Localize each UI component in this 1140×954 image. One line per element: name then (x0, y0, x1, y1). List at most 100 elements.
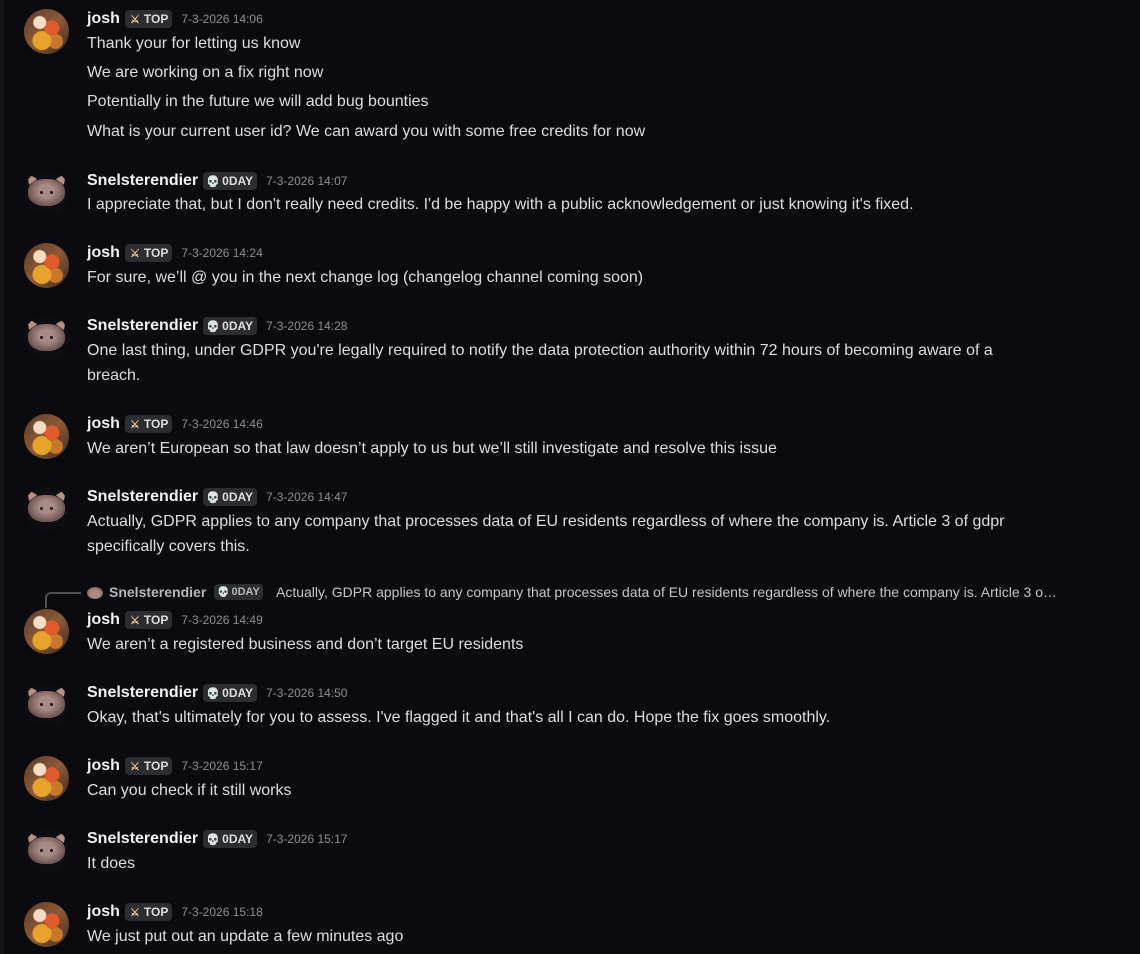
tag-label: 0DAY (222, 490, 254, 504)
timestamp[interactable]: 7-3-2026 14:47 (266, 490, 347, 504)
avatar[interactable] (24, 756, 69, 801)
role-tag[interactable]: ⚔ TOP (124, 903, 173, 921)
reply-tag-label: 0DAY (231, 586, 260, 598)
message-header: josh ⚔ TOP 7-3-2026 15:18 (87, 902, 263, 922)
message-text: I appreciate that, but I don't really ne… (87, 196, 914, 213)
role-tag[interactable]: ⚔ TOP (124, 244, 173, 262)
sword-icon: ⚔ (129, 906, 140, 919)
username[interactable]: Snelsterendier (87, 830, 198, 848)
skull-icon: 💀 (206, 833, 220, 846)
message-text: We just put out an update a few minutes … (87, 928, 404, 945)
username[interactable]: josh (87, 903, 120, 921)
avatar[interactable] (24, 486, 69, 531)
channel-edge-divider (0, 0, 4, 954)
message-header: josh ⚔ TOP 7-3-2026 15:17 (87, 756, 263, 776)
tag-label: TOP (143, 905, 169, 919)
message-text: For sure, we’ll @ you in the next change… (87, 269, 644, 286)
timestamp[interactable]: 7-3-2026 14:50 (266, 686, 347, 700)
tag-label: TOP (143, 613, 169, 627)
reply-avatar[interactable] (87, 587, 103, 599)
reply-username[interactable]: Snelsterendier (109, 584, 206, 600)
username[interactable]: Snelsterendier (87, 172, 198, 190)
timestamp[interactable]: 7-3-2026 15:17 (181, 759, 262, 773)
message-header: Snelsterendier 💀 0DAY 7-3-2026 14:28 (87, 316, 347, 336)
message-header: Snelsterendier 💀 0DAY 7-3-2026 14:50 (87, 683, 347, 703)
skull-icon: 💀 (206, 175, 220, 188)
role-tag[interactable]: 💀 0DAY (203, 488, 258, 506)
message-header: josh ⚔ TOP 7-3-2026 14:06 (87, 9, 263, 29)
tag-label: 0DAY (222, 174, 254, 188)
timestamp[interactable]: 7-3-2026 14:06 (181, 12, 262, 26)
timestamp[interactable]: 7-3-2026 14:28 (266, 319, 347, 333)
avatar[interactable] (24, 609, 69, 654)
sword-icon: ⚔ (129, 614, 140, 627)
timestamp[interactable]: 7-3-2026 15:18 (181, 905, 262, 919)
reply-preview[interactable]: Actually, GDPR applies to any company th… (276, 584, 1106, 600)
timestamp[interactable]: 7-3-2026 14:49 (181, 613, 262, 627)
message-header: Snelsterendier 💀 0DAY 7-3-2026 14:07 (87, 171, 347, 191)
timestamp[interactable]: 7-3-2026 14:07 (266, 174, 347, 188)
role-tag[interactable]: 💀 0DAY (203, 317, 258, 335)
chat-message-list: josh ⚔ TOP 7-3-2026 14:06 Thank your for … (0, 0, 1140, 954)
message-text: Potentially in the future we will add bu… (87, 93, 429, 110)
message-text: We aren’t a registered business and don’… (87, 636, 524, 653)
avatar[interactable] (24, 828, 69, 873)
message-text: Can you check if it still works (87, 782, 292, 799)
message-text: It does (87, 855, 136, 872)
username[interactable]: Snelsterendier (87, 684, 198, 702)
reply-spine (45, 592, 81, 608)
username[interactable]: josh (87, 415, 120, 433)
role-tag[interactable]: ⚔ TOP (124, 415, 173, 433)
reply-role-tag: 💀 0DAY (214, 584, 263, 600)
message-text: One last thing, under GDPR you're legall… (87, 342, 993, 359)
message-text: Okay, that's ultimately for you to asses… (87, 709, 831, 726)
avatar[interactable] (24, 902, 69, 947)
skull-icon: 💀 (206, 687, 220, 700)
skull-icon: 💀 (206, 491, 220, 504)
avatar[interactable] (24, 243, 69, 288)
role-tag[interactable]: ⚔ TOP (124, 611, 173, 629)
username[interactable]: Snelsterendier (87, 488, 198, 506)
role-tag[interactable]: ⚔ TOP (124, 10, 173, 28)
sword-icon: ⚔ (129, 247, 140, 260)
message-text: What is your current user id? We can awa… (87, 123, 646, 140)
skull-icon: 💀 (206, 320, 220, 333)
avatar[interactable] (24, 414, 69, 459)
tag-label: TOP (143, 246, 169, 260)
role-tag[interactable]: 💀 0DAY (203, 830, 258, 848)
username[interactable]: josh (87, 244, 120, 262)
username[interactable]: josh (87, 611, 120, 629)
message-header: josh ⚔ TOP 7-3-2026 14:46 (87, 414, 263, 434)
avatar[interactable] (24, 682, 69, 727)
message-header: Snelsterendier 💀 0DAY 7-3-2026 15:17 (87, 829, 347, 849)
username[interactable]: josh (87, 10, 120, 28)
timestamp[interactable]: 7-3-2026 14:46 (181, 417, 262, 431)
message-header: Snelsterendier 💀 0DAY 7-3-2026 14:47 (87, 487, 347, 507)
avatar[interactable] (24, 315, 69, 360)
tag-label: 0DAY (222, 832, 254, 846)
timestamp[interactable]: 7-3-2026 15:17 (266, 832, 347, 846)
tag-label: 0DAY (222, 686, 254, 700)
role-tag[interactable]: ⚔ TOP (124, 757, 173, 775)
message-text: We aren’t European so that law doesn’t a… (87, 440, 777, 457)
username[interactable]: josh (87, 757, 120, 775)
message-header: josh ⚔ TOP 7-3-2026 14:49 (87, 610, 263, 630)
message-text: Thank your for letting us know (87, 35, 301, 52)
message-header: josh ⚔ TOP 7-3-2026 14:24 (87, 243, 263, 263)
avatar[interactable] (24, 170, 69, 215)
tag-label: TOP (143, 417, 169, 431)
reply-reference[interactable]: Snelsterendier 💀 0DAY Actually, GDPR appl… (45, 582, 1135, 608)
role-tag[interactable]: 💀 0DAY (203, 684, 258, 702)
tag-label: 0DAY (222, 319, 254, 333)
skull-icon: 💀 (217, 586, 230, 598)
role-tag[interactable]: 💀 0DAY (203, 172, 258, 190)
sword-icon: ⚔ (129, 760, 140, 773)
message-text: breach. (87, 367, 141, 384)
sword-icon: ⚔ (129, 13, 140, 26)
tag-label: TOP (143, 759, 169, 773)
timestamp[interactable]: 7-3-2026 14:24 (181, 246, 262, 260)
message-text: We are working on a fix right now (87, 64, 324, 81)
username[interactable]: Snelsterendier (87, 317, 198, 335)
message-text: specifically covers this. (87, 538, 250, 555)
avatar[interactable] (24, 9, 69, 54)
